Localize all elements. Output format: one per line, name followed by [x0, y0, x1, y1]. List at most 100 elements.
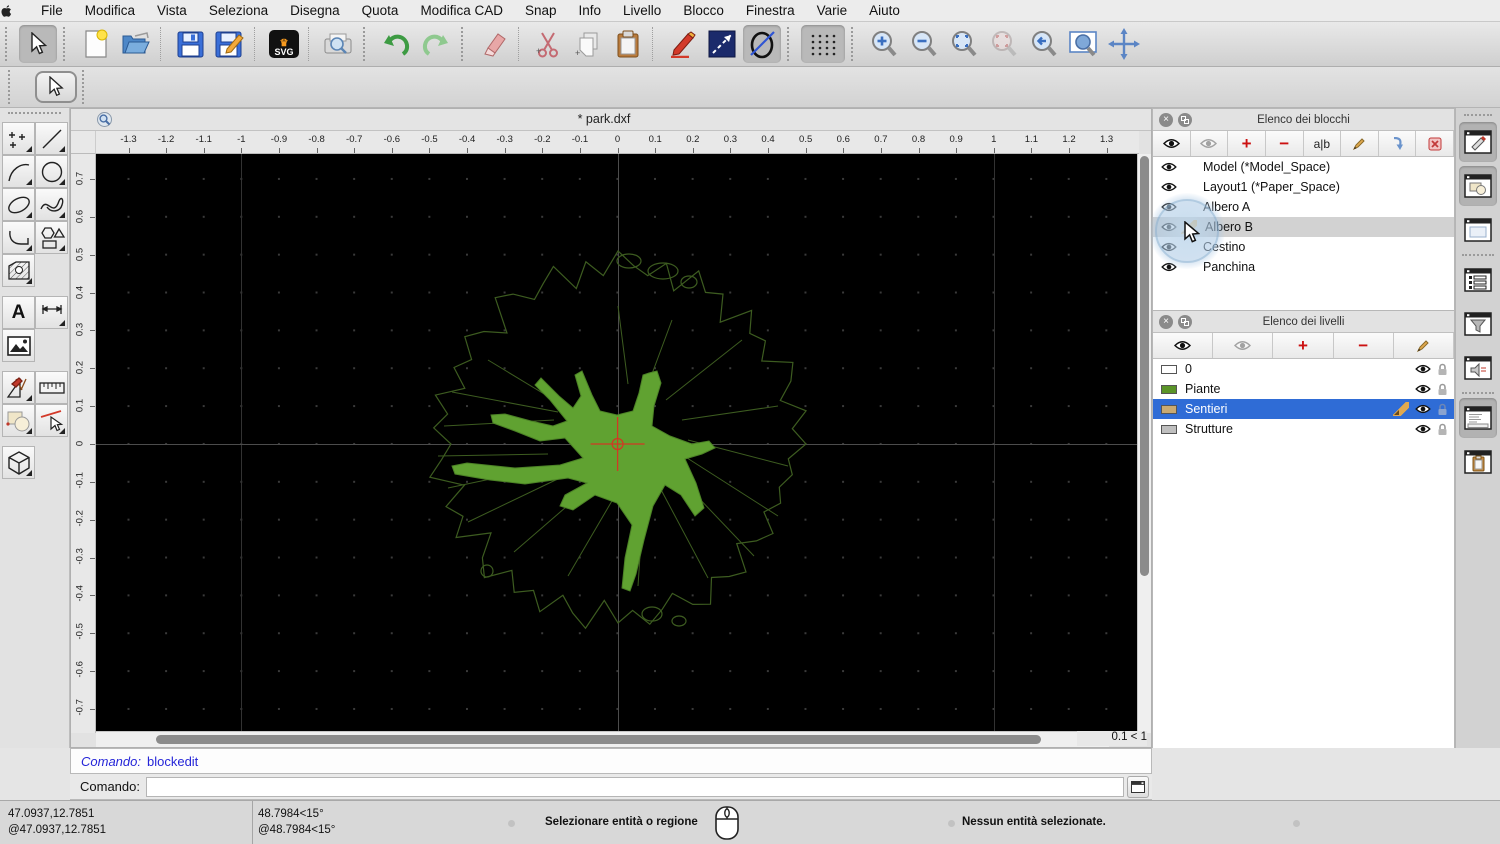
menu-item[interactable]: Finestra — [735, 0, 806, 22]
hatch-tool-icon[interactable] — [2, 254, 35, 287]
boolean-tool-icon[interactable] — [2, 404, 35, 437]
shapes-tool-icon[interactable] — [35, 221, 68, 254]
save-as-icon[interactable] — [211, 25, 249, 63]
add-block-icon[interactable]: + — [1228, 131, 1266, 156]
zoom-back-icon[interactable] — [1025, 25, 1063, 63]
grid-toggle-icon[interactable] — [801, 25, 845, 63]
hide-all-blocks-icon[interactable] — [1190, 131, 1229, 156]
layer-row[interactable]: 0 — [1153, 359, 1454, 379]
new-document-icon[interactable] — [77, 25, 115, 63]
apple-menu-icon[interactable] — [0, 4, 30, 18]
remove-block-icon[interactable]: − — [1265, 131, 1304, 156]
menu-item[interactable]: Aiuto — [858, 0, 911, 22]
layer-row[interactable]: Strutture — [1153, 419, 1454, 439]
menu-item[interactable]: Info — [568, 0, 613, 22]
draw-edit-icon[interactable] — [663, 25, 701, 63]
text-tool-icon[interactable]: A — [2, 296, 35, 329]
purge-block-icon[interactable] — [1416, 131, 1454, 156]
paste-icon[interactable] — [609, 25, 647, 63]
layer-row[interactable]: Sentieri — [1153, 399, 1454, 419]
measure-tool-icon[interactable] — [35, 371, 68, 404]
library-browser-toggle-icon[interactable] — [1459, 210, 1497, 250]
menu-item[interactable]: Quota — [351, 0, 410, 22]
menu-item[interactable]: Vista — [146, 0, 198, 22]
edit-block-icon[interactable] — [1341, 131, 1379, 156]
selection-filter-toggle-icon[interactable] — [1459, 304, 1497, 344]
block-visibility-eye-icon[interactable] — [1161, 162, 1179, 172]
command-input[interactable] — [145, 776, 1124, 797]
line-tool-icon[interactable] — [35, 122, 68, 155]
ellipse-tool-icon[interactable] — [2, 188, 35, 221]
layer-visibility-eye-icon[interactable] — [1415, 364, 1431, 374]
construction-tool-icon[interactable] — [2, 371, 35, 404]
block-row[interactable]: Albero B — [1153, 217, 1454, 237]
block-row[interactable]: Layout1 (*Paper_Space) — [1153, 177, 1454, 197]
menu-item[interactable]: Varie — [806, 0, 859, 22]
select-arrow-icon[interactable] — [19, 25, 57, 63]
close-panel-icon[interactable]: × — [1159, 113, 1173, 127]
menu-item[interactable]: Snap — [514, 0, 568, 22]
menu-item[interactable]: Livello — [612, 0, 672, 22]
layer-visibility-eye-icon[interactable] — [1415, 384, 1431, 394]
layer-lock-icon[interactable] — [1437, 423, 1448, 436]
polyline-tool-icon[interactable] — [2, 221, 35, 254]
points-tool-icon[interactable] — [2, 122, 35, 155]
zoom-window-icon[interactable] — [1065, 25, 1103, 63]
zoom-previous-icon[interactable] — [985, 25, 1023, 63]
clipboard-toggle-icon[interactable] — [1459, 442, 1497, 482]
vertical-scrollbar[interactable] — [1137, 154, 1151, 733]
insert-block-icon[interactable] — [1378, 131, 1417, 156]
layer-lock-icon[interactable] — [1437, 363, 1448, 376]
trim-tool-icon[interactable] — [35, 404, 68, 437]
block-visibility-eye-icon[interactable] — [1161, 262, 1179, 272]
copy-icon[interactable]: + — [569, 25, 607, 63]
redo-icon[interactable] — [417, 25, 455, 63]
add-layer-icon[interactable]: + — [1273, 333, 1334, 358]
command-line-toggle-icon[interactable] — [1459, 398, 1497, 438]
block-row[interactable]: Model (*Model_Space) — [1153, 157, 1454, 177]
layer-row[interactable]: Piante — [1153, 379, 1454, 399]
menu-item[interactable]: Modifica CAD — [409, 0, 514, 22]
active-tool-select-button[interactable] — [35, 71, 77, 103]
layer-visibility-eye-icon[interactable] — [1415, 404, 1431, 414]
document-titlebar[interactable]: * park.dxf — [71, 109, 1151, 131]
layer-list-toggle-icon[interactable] — [1459, 166, 1497, 206]
menu-item[interactable]: Modifica — [74, 0, 146, 22]
block-row[interactable]: Panchina — [1153, 257, 1454, 277]
save-icon[interactable] — [171, 25, 209, 63]
block-visibility-eye-icon[interactable] — [1161, 222, 1179, 232]
circle-tool-icon[interactable] — [35, 155, 68, 188]
block-row[interactable]: Albero A — [1153, 197, 1454, 217]
rename-block-icon[interactable]: a|b — [1303, 131, 1342, 156]
hide-all-layers-icon[interactable] — [1213, 333, 1274, 358]
horizontal-scrollbar[interactable] — [96, 731, 1109, 747]
block-visibility-eye-icon[interactable] — [1161, 182, 1179, 192]
open-file-icon[interactable] — [117, 25, 155, 63]
cut-icon[interactable]: + — [529, 25, 567, 63]
zoom-in-icon[interactable] — [865, 25, 903, 63]
block-list-toggle-icon[interactable] — [1459, 122, 1497, 162]
command-trigger-toggle-icon[interactable] — [1459, 348, 1497, 388]
undo-icon[interactable] — [377, 25, 415, 63]
menu-item[interactable]: Blocco — [672, 0, 735, 22]
command-detach-button[interactable] — [1127, 775, 1149, 798]
arc-tool-icon[interactable] — [2, 155, 35, 188]
menu-item[interactable]: Disegna — [279, 0, 351, 22]
zoom-out-icon[interactable] — [905, 25, 943, 63]
zoom-pan-icon[interactable] — [1105, 25, 1143, 63]
svg-export-icon[interactable]: ♛ SVG — [265, 25, 303, 63]
eraser-icon[interactable] — [475, 25, 513, 63]
property-list-toggle-icon[interactable] — [1459, 260, 1497, 300]
block-row[interactable]: Cestino — [1153, 237, 1454, 257]
show-all-blocks-icon[interactable] — [1153, 131, 1191, 156]
show-all-layers-icon[interactable] — [1153, 333, 1214, 358]
menu-item[interactable]: File — [30, 0, 74, 22]
construction-lines-toggle-icon[interactable] — [743, 25, 781, 63]
line-settings-icon[interactable] — [703, 25, 741, 63]
drawing-canvas[interactable] — [96, 154, 1139, 733]
solid-tool-icon[interactable] — [2, 446, 35, 479]
layer-lock-icon[interactable] — [1437, 403, 1448, 416]
spline-tool-icon[interactable] — [35, 188, 68, 221]
horizontal-scrollbar-thumb[interactable] — [156, 735, 1041, 744]
zoom-auto-icon[interactable] — [945, 25, 983, 63]
